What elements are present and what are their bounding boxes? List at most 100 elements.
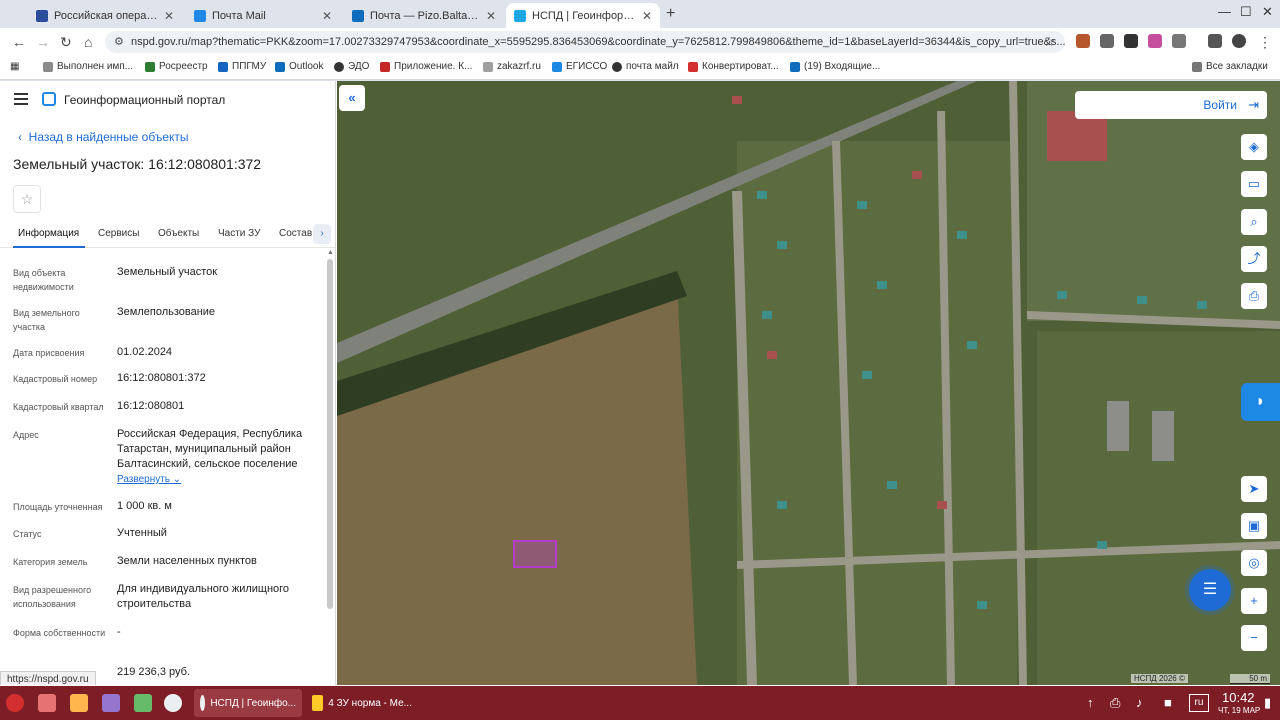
tab-composition[interactable]: Состав [279,228,312,239]
bookmark-item[interactable]: Росреестр [145,61,208,72]
plus-icon: + [1250,593,1258,608]
ppgmu-icon [218,61,228,72]
taskbar-task-folder[interactable]: 4 ЗУ норма - Ме... [306,689,418,717]
bookmark-item[interactable]: Приложение. К... [380,61,472,72]
browser-tab-4-active[interactable]: НСПД | Геоинформацион ✕ [506,3,660,28]
bookmark-label: Outlook [289,61,324,72]
bookmark-item[interactable]: zakazrf.ru [483,61,541,72]
new-tab-icon[interactable]: + [666,5,675,23]
layers-button[interactable]: ◈ [1241,134,1267,160]
clock-time[interactable]: 10:42 [1222,690,1255,705]
menu-dots-icon[interactable]: ⋮ [1258,34,1272,51]
keyboard-language[interactable]: ru [1189,694,1209,712]
measure-button[interactable]: ▭ [1241,171,1267,197]
bookmark-item[interactable]: ЕГИССО [552,61,607,72]
field-label: Статус [13,529,42,539]
collapse-panel-button[interactable]: « [339,85,365,111]
scroll-up-arrow-icon[interactable]: ▲ [327,249,334,256]
address-bar[interactable]: ⚙ nspd.gov.ru/map?thematic=PKK&zoom=17.0… [105,31,1065,53]
geolocation-button[interactable]: ◎ [1241,550,1267,576]
tab-information[interactable]: Информация [18,228,79,239]
bookmark-item[interactable]: Outlook [275,61,323,72]
chevron-down-icon: ⌄ [172,474,182,485]
zoom-out-button[interactable]: − [1241,625,1267,651]
object-info-panel: Геоинформационный портал ‹ Назад в найде… [0,81,336,685]
chat-button[interactable]: ☰ [1189,569,1231,611]
reload-icon[interactable]: ↻ [60,34,72,51]
search-area-button[interactable]: ⌕ [1241,209,1267,235]
start-menu-icon[interactable] [6,694,24,712]
volume-icon[interactable]: ♪ [1136,695,1143,710]
browser-chrome: Российская операционн ✕ Почта Mail ✕ Поч… [0,0,1280,81]
close-icon[interactable]: ✕ [164,9,174,23]
back-to-results-link[interactable]: ‹ Назад в найденные объекты [18,130,189,144]
extension-icon[interactable] [1076,34,1090,48]
task-label: НСПД | Геоинфо... [210,697,296,709]
tab-favicon-icon [194,9,206,22]
portal-side-logo-icon[interactable]: ◗ [1241,383,1280,421]
browser-tab-3[interactable]: Почта — Pizo.Baltasi@tat ✕ [344,3,504,28]
bookmark-label: ЭДО [348,61,370,72]
tray-arrow-icon[interactable]: ↑ [1087,695,1094,710]
map-app-icon[interactable] [134,694,152,712]
chat-bubble-icon: ☰ [1202,581,1218,598]
tab-parcel-parts[interactable]: Части ЗУ [218,228,260,239]
minimize-icon[interactable]: — [1218,4,1231,19]
folder-icon [312,695,324,711]
apps-grid-icon[interactable]: ▦ [10,61,19,72]
home-icon[interactable]: ⌂ [84,34,92,50]
hamburger-menu-icon[interactable] [14,93,28,105]
expand-address-link[interactable]: Развернуть ⌄ [117,472,317,487]
site-info-icon[interactable]: ⚙ [114,35,124,48]
bookmark-item[interactable]: (19) Входящие... [790,61,880,72]
panel-scrollbar[interactable] [327,259,333,609]
close-icon[interactable]: ✕ [322,9,332,23]
forward-arrow-icon[interactable]: → [36,34,50,50]
bookmark-item[interactable]: Выполнен имп... [43,61,133,72]
window-switcher-icon[interactable] [38,694,56,712]
field-label: Категория земель [13,557,88,567]
print-button[interactable]: ⎙ [1241,283,1267,309]
locate-button[interactable]: ➤ [1241,476,1267,502]
bookmark-item[interactable]: ППГМУ [218,61,266,72]
field-value: Земли населенных пунктов [117,555,257,567]
extensions-puzzle-icon[interactable] [1172,34,1186,48]
satellite-map[interactable] [337,81,1280,685]
window-close-icon[interactable]: ✕ [1262,4,1273,20]
zoom-in-button[interactable]: + [1241,588,1267,614]
all-bookmarks[interactable]: Все закладки [1192,61,1268,72]
login-bar[interactable]: Войти ⇥ [1075,91,1267,119]
tab-objects[interactable]: Объекты [158,228,199,239]
taskbar-task-browser[interactable]: НСПД | Геоинфо... [194,689,302,717]
app-launcher-icon[interactable] [102,694,120,712]
tabs-scroll-right-button[interactable]: › [313,224,331,244]
bookmark-item[interactable]: Конвертироват... [688,61,779,72]
share-button[interactable]: ⤴ [1241,246,1267,272]
login-button[interactable]: Войти [1203,98,1237,112]
maximize-icon[interactable]: ☐ [1240,4,1252,20]
show-desktop-icon[interactable]: ▮ [1264,695,1271,711]
star-icon: ☆ [20,191,34,207]
browser-tab-1[interactable]: Российская операционн ✕ [28,3,182,28]
printer-icon[interactable]: ⎙ [1110,695,1120,711]
profile-icon[interactable] [1232,34,1246,48]
browser-app-icon[interactable] [164,694,182,712]
extension-icon[interactable] [1148,34,1162,48]
close-icon[interactable]: ✕ [486,9,496,23]
download-icon[interactable] [1208,34,1222,48]
notification-icon[interactable]: ■ [1164,695,1172,710]
portal-title: Геоинформационный портал [64,93,226,107]
egisso-icon [552,61,562,72]
extension-icon[interactable] [1124,34,1138,48]
minimap-button[interactable]: ▣ [1241,513,1267,539]
favorite-star-button[interactable]: ☆ [13,185,41,213]
tab-services[interactable]: Сервисы [98,228,139,239]
close-icon[interactable]: ✕ [642,9,652,23]
back-arrow-icon[interactable]: ← [12,34,26,50]
bookmark-item[interactable]: почта майл [612,61,679,72]
bookmark-item[interactable]: ЭДО [334,61,369,72]
file-manager-icon[interactable] [70,694,88,712]
browser-tab-2[interactable]: Почта Mail ✕ [186,3,340,28]
extension-icon[interactable] [1100,34,1114,48]
bookmark-star-icon[interactable]: ☆ [1043,34,1055,50]
